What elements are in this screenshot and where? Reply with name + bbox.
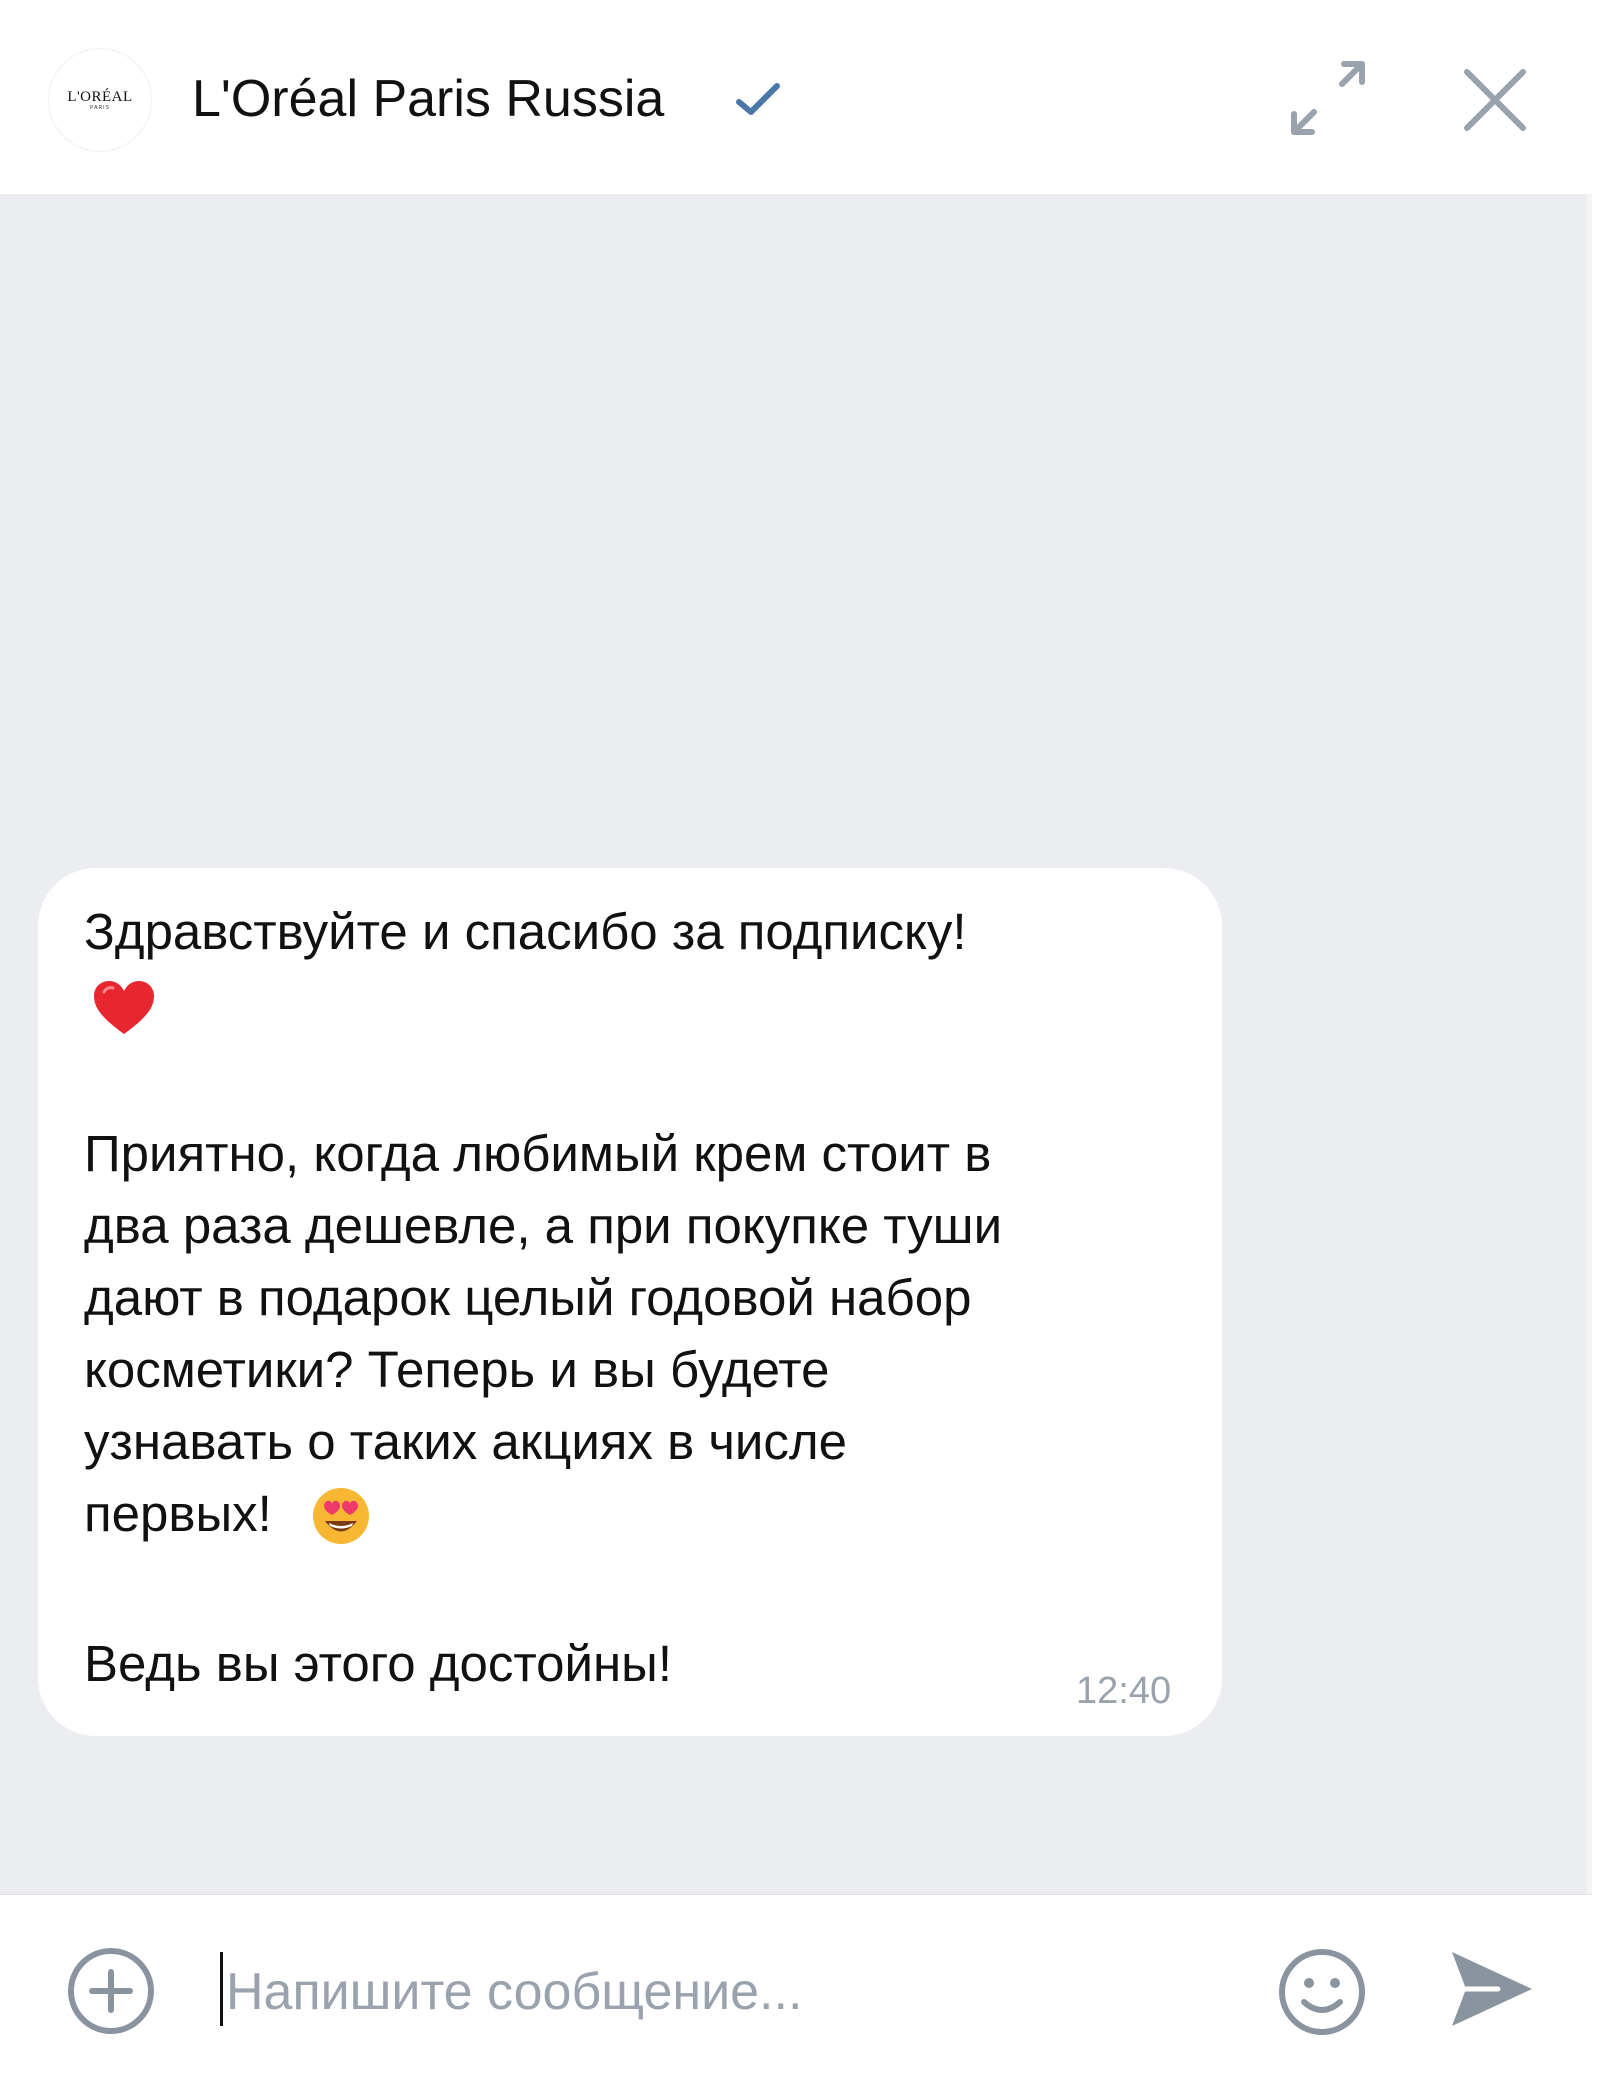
message-line: Ведь вы этого достойны! [84,1635,672,1692]
message-line: Здравствуйте и спасибо за подписку! [84,903,967,960]
chat-window: L'ORÉAL PARIS L'Oréal Paris Russia Здрав… [0,0,1592,2088]
close-icon[interactable] [1455,60,1535,140]
plus-circle-icon[interactable] [66,1946,156,2036]
red-heart-emoji [94,981,154,1034]
avatar[interactable]: L'ORÉAL PARIS [48,48,152,152]
send-icon[interactable] [1446,1944,1536,2034]
avatar-logo: L'ORÉAL [67,88,133,105]
smiley-icon[interactable] [1276,1946,1368,2038]
avatar-logo-sub: PARIS [90,104,110,111]
message-line: косметики? Теперь и вы будете [84,1341,830,1398]
message-line: дают в подарок целый годовой набор [84,1269,972,1326]
message-line: узнавать о таких акциях в числе [84,1413,848,1470]
message-line: два раза дешевле, а при покупке туши [84,1197,1003,1254]
chat-header: L'ORÉAL PARIS L'Oréal Paris Russia [0,0,1592,194]
chat-title[interactable]: L'Oréal Paris Russia [192,64,664,134]
message-line: Приятно, когда любимый крем стоит в [84,1125,992,1182]
message-line: первых! [84,1485,272,1542]
verified-check-icon [736,83,780,115]
text-caret [220,1952,223,2026]
message-time: 12:40 [1076,1670,1172,1712]
heart-eyes-emoji [313,1488,369,1544]
message-input[interactable] [218,1950,1218,2034]
expand-icon[interactable] [1286,56,1370,140]
